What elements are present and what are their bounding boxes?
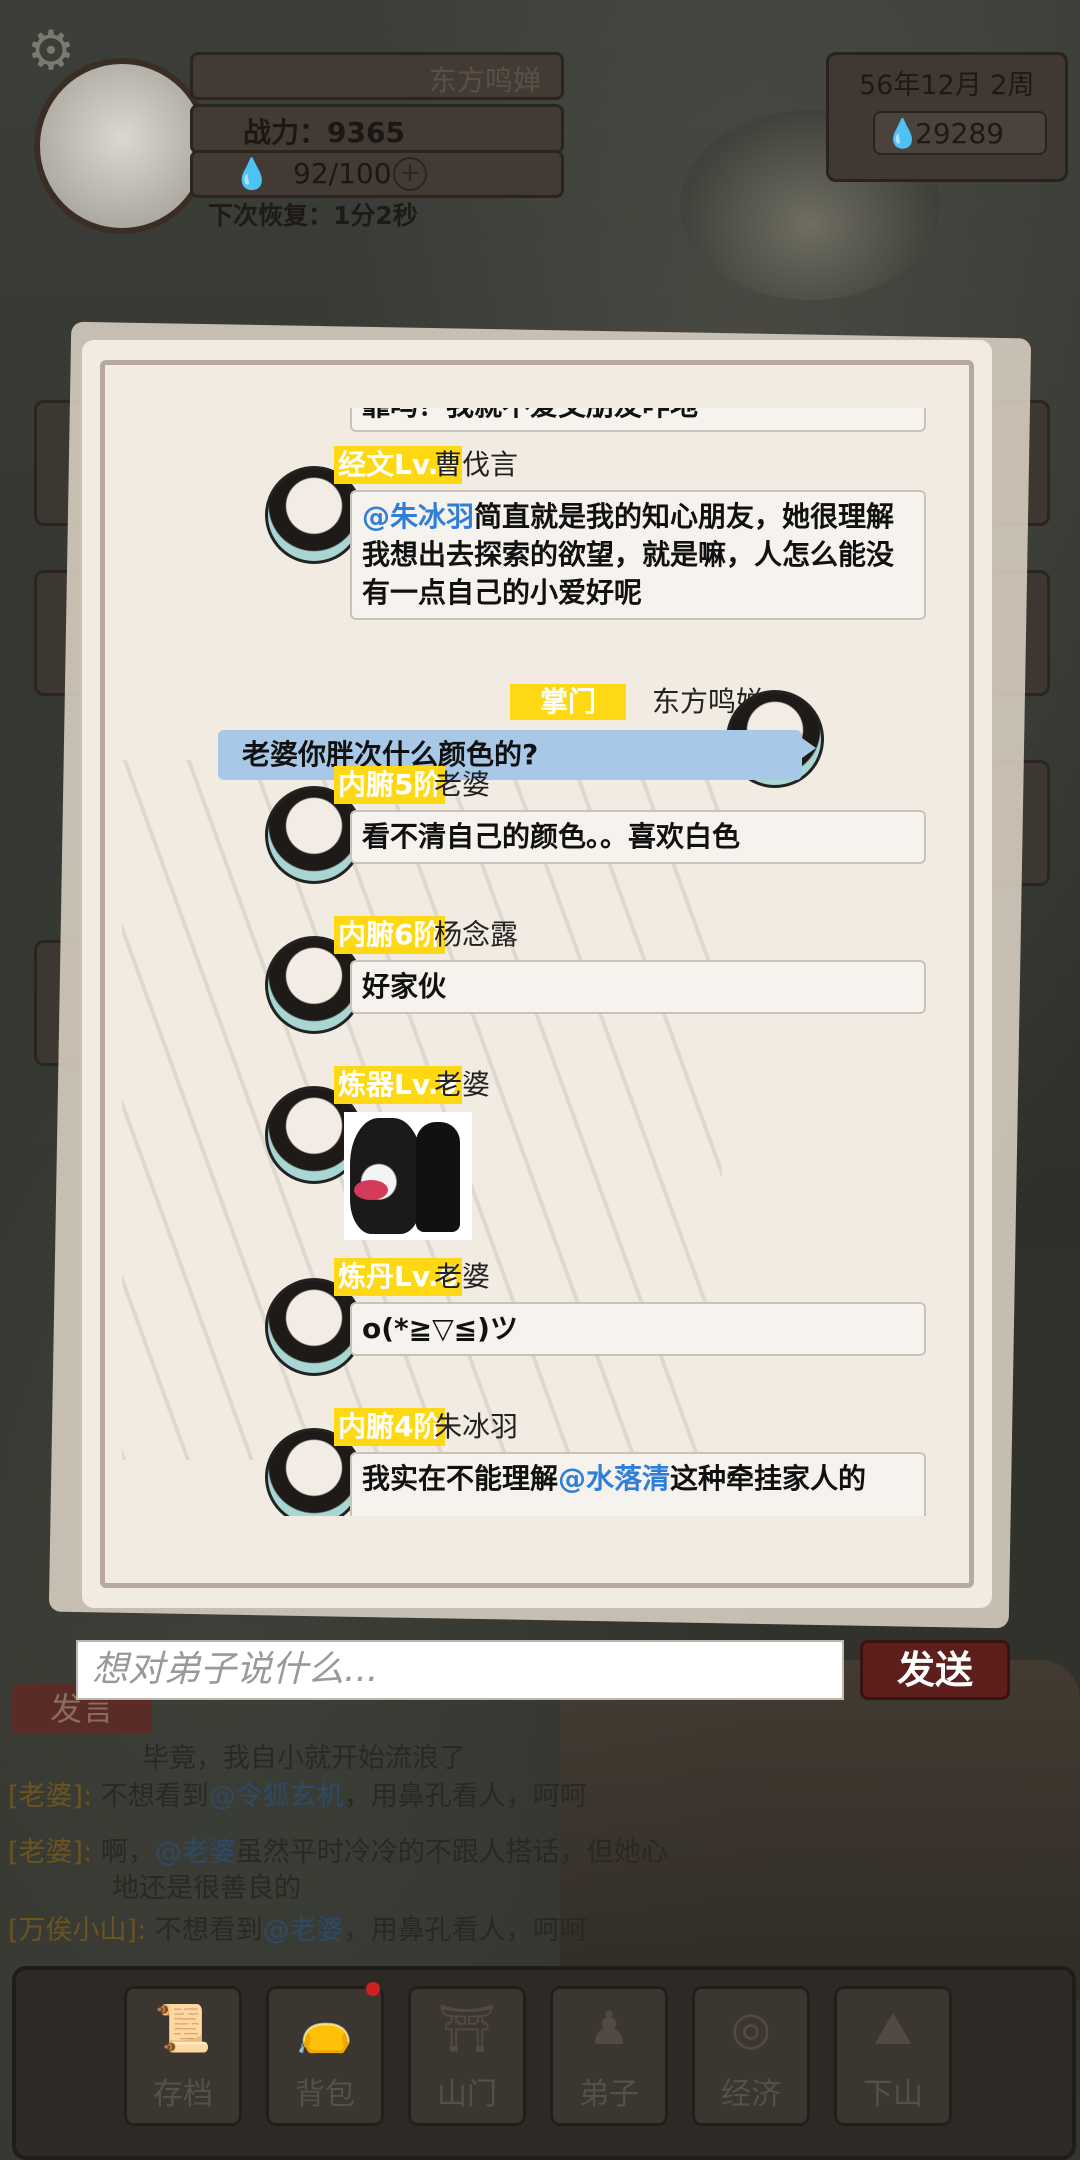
sender-name: 老婆 [434, 768, 491, 801]
nav-save[interactable]: 📜 存档 [124, 1986, 242, 2126]
log-line: [万俟小山]: 不想看到@老婆，用鼻孔看人，呵呵 [8, 1915, 587, 1946]
chat-bubble: @朱冰羽简直就是我的知心朋友，她很理解我想出去探索的欲望，就是嘛，人怎么能没有一… [350, 490, 926, 620]
water-drop-icon: 💧 [233, 157, 271, 192]
send-button[interactable]: 发送 [860, 1640, 1010, 1700]
chat-input[interactable]: 想对弟子说什么... [76, 1640, 844, 1700]
log-line: [老婆]: 不想看到@令狐玄机，用鼻孔看人，呵呵 [8, 1781, 587, 1812]
rank-badge: 内腑6阶 [334, 916, 446, 954]
sender-name: 杨念露 [434, 918, 519, 951]
chat-bubble: 靠吗？我就不爱交朋友咋地 [350, 408, 926, 432]
player-name: 东方鸣婵 [428, 64, 541, 97]
sender-name: 朱冰羽 [434, 1410, 519, 1443]
chat-modal: 靠吗？我就不爱交朋友咋地 经文Lv.6 曹伐言 @朱冰羽简直就是我的知心朋友，她… [82, 340, 992, 1608]
power-label: 战力：9365 [243, 116, 405, 149]
rank-badge: 掌门 [510, 684, 626, 720]
sect-building-decoration [560, 1660, 1080, 2000]
chat-scroll-area[interactable]: 靠吗？我就不爱交朋友咋地 经文Lv.6 曹伐言 @朱冰羽简直就是我的知心朋友，她… [122, 408, 962, 1516]
coins-icon: ◎ [730, 2001, 772, 2055]
chat-bubble: 好家伙 [350, 960, 926, 1014]
sender-name: 曹伐言 [434, 448, 519, 481]
log-line: [老婆]: 啊，@老婆虽然平时冷冷的不跟人搭话，但她心 [8, 1837, 668, 1868]
mountain-icon: ⛰ [873, 2001, 913, 2055]
sender-name: 老婆 [434, 1260, 491, 1293]
panda-meme-sticker[interactable] [344, 1112, 472, 1240]
power-bar: 战力：9365 [190, 104, 564, 154]
gate-icon: ⛩ [437, 2001, 497, 2055]
rank-badge: 内腑5阶 [334, 766, 446, 804]
chat-bubble: 看不清自己的颜色。。喜欢白色 [350, 810, 926, 864]
stamina-bar: 💧 92/100 + [190, 150, 564, 198]
notification-dot [366, 1982, 380, 1996]
log-line: 毕竟，我自小就开始流浪了 [142, 1743, 466, 1774]
date-panel: 56年12月 2周 💧 29289 [826, 52, 1068, 182]
plus-icon[interactable]: + [393, 157, 427, 191]
chat-bubble: o(*≧▽≦)ツ [350, 1302, 926, 1356]
chat-bubble: 我实在不能理解@水落清这种牵挂家人的 [350, 1452, 926, 1516]
bag-icon: 👝 [296, 2001, 354, 2055]
nav-disciples[interactable]: ♟ 弟子 [550, 1986, 668, 2126]
gear-icon[interactable]: ⚙ [22, 22, 80, 80]
nav-gate[interactable]: ⛩ 山门 [408, 1986, 526, 2126]
mention-link[interactable]: @水落清 [558, 1462, 670, 1495]
disciple-icon: ♟ [588, 2001, 630, 2055]
recover-timer: 下次恢复：1分2秒 [208, 201, 418, 230]
money-bar: 💧 29289 [873, 111, 1047, 155]
rank-badge: 内腑4阶 [334, 1408, 446, 1446]
nav-bag[interactable]: 👝 背包 [266, 1986, 384, 2126]
scroll-icon: 📜 [154, 2001, 212, 2055]
player-name-bar: 东方鸣婵 [190, 52, 564, 100]
own-chat-bubble: 老婆你胖次什么颜色的? [218, 730, 816, 780]
nav-economy[interactable]: ◎ 经济 [692, 1986, 810, 2126]
sender-name: 老婆 [434, 1068, 491, 1101]
stamina-value: 92/100 [293, 157, 392, 190]
nav-go-down-mountain[interactable]: ⛰ 下山 [834, 1986, 952, 2126]
mention-link[interactable]: @朱冰羽 [362, 500, 474, 533]
log-line: 地还是很善良的 [112, 1873, 301, 1904]
player-avatar[interactable] [34, 58, 210, 234]
game-date: 56年12月 2周 [859, 70, 1035, 101]
money-value: 29289 [915, 117, 1005, 150]
